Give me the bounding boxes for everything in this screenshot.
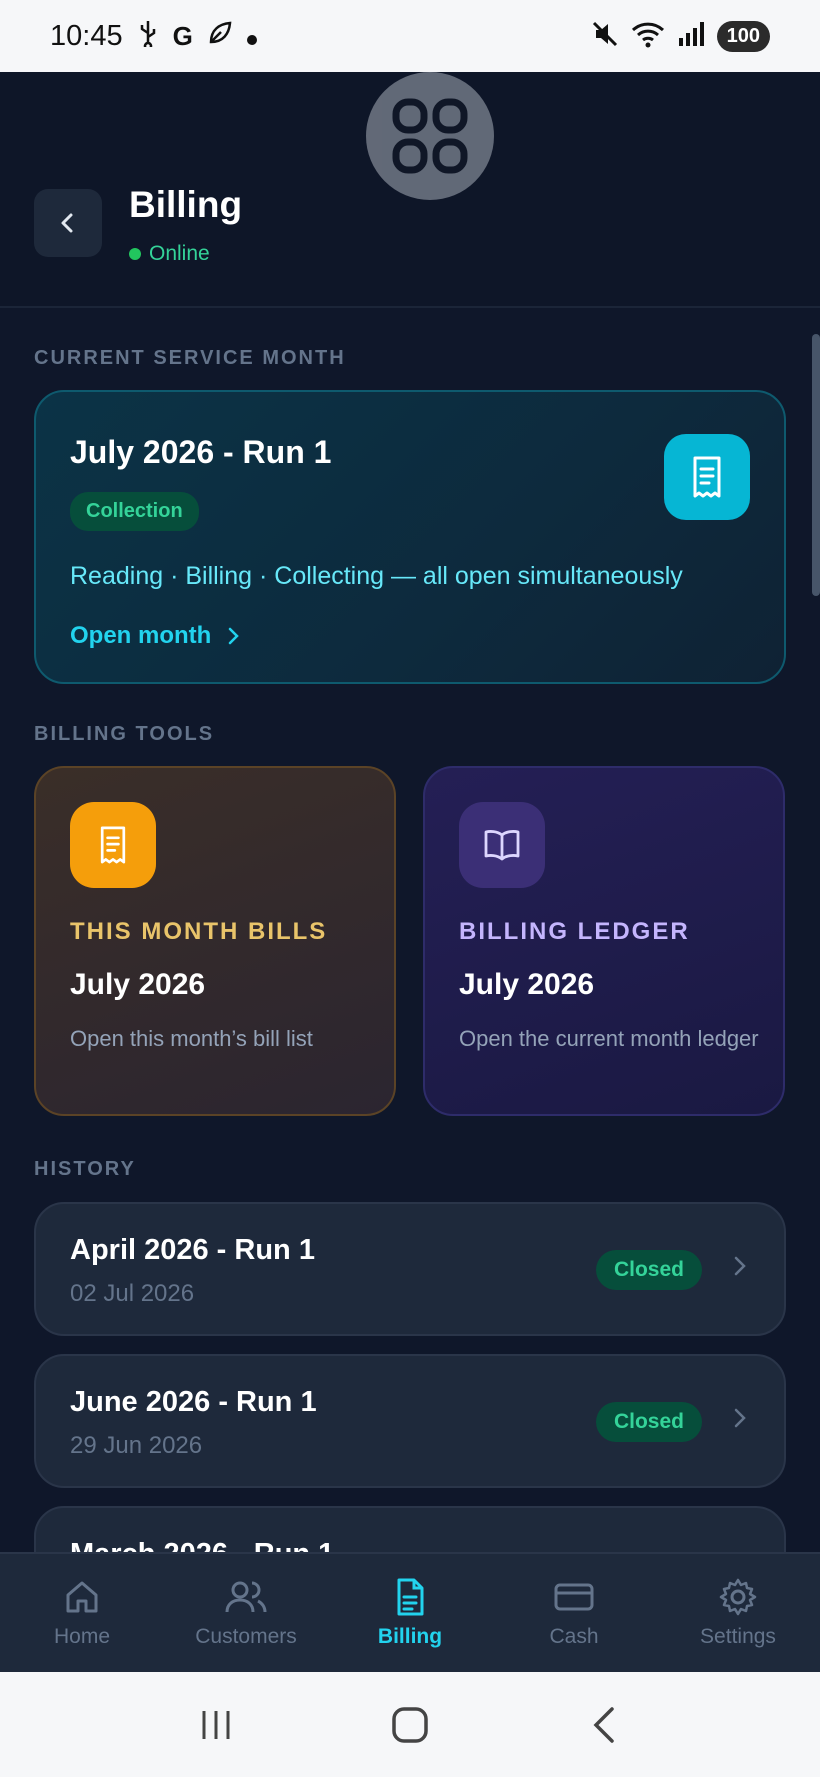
bills-description: Open this month’s bill list: [70, 1026, 313, 1051]
chevron-left-icon: [61, 213, 73, 233]
grid-icon: [392, 98, 468, 174]
battery-indicator: 100: [716, 20, 770, 52]
wifi-icon: [631, 20, 665, 53]
signal-icon: [677, 20, 705, 53]
ledger-tile: [459, 802, 545, 888]
current-section-label: CURRENT SERVICE MONTH: [34, 347, 346, 369]
nav-cash-label: Cash: [549, 1625, 599, 1648]
home-icon: [66, 1581, 98, 1613]
mute-icon: [591, 20, 619, 53]
leaf-icon: [207, 20, 233, 53]
chevron-right-icon: [229, 627, 240, 645]
bottom-nav: Home Customers Billing Cash Settings: [0, 1552, 820, 1672]
this-month-bills-card[interactable]: THIS MONTH BILLS July 2026 Open this mon…: [34, 766, 396, 1116]
chevron-right-icon: [734, 1408, 746, 1428]
users-icon: [225, 1581, 267, 1613]
tools-section-label: BILLING TOOLS: [34, 723, 215, 745]
document-icon: [397, 1578, 424, 1616]
ledger-month: July 2026: [459, 968, 595, 1001]
header: Billing Online: [0, 72, 820, 308]
google-icon: G: [172, 20, 193, 51]
receipt-icon: [693, 456, 721, 498]
home-button-icon[interactable]: [390, 1705, 430, 1745]
page-title: Billing: [129, 184, 243, 225]
receipt-tile: [664, 434, 750, 520]
status-time: 10:45: [50, 19, 123, 52]
chevron-right-icon: [734, 1256, 746, 1276]
status-right: 100: [591, 20, 770, 53]
open-month-link[interactable]: Open month: [70, 622, 241, 650]
back-button[interactable]: [34, 189, 102, 257]
status-bar: 10:45 G 100: [0, 0, 820, 72]
connection-status: Online: [129, 242, 210, 266]
nav-settings-label: Settings: [700, 1625, 776, 1648]
history-item-title: June 2026 - Run 1: [70, 1386, 317, 1418]
nav-billing[interactable]: Billing: [328, 1554, 492, 1672]
connection-status-label: Online: [149, 242, 210, 265]
current-month-description: Reading · Billing · Collecting — all ope…: [70, 562, 683, 590]
open-month-label: Open month: [70, 622, 212, 649]
nav-cash[interactable]: Cash: [492, 1554, 656, 1672]
history-item[interactable]: April 2026 - Run 1 02 Jul 2026 Closed: [34, 1202, 786, 1336]
bills-kicker: THIS MONTH BILLS: [70, 918, 328, 945]
bills-month: July 2026: [70, 968, 206, 1001]
nav-home-label: Home: [53, 1625, 111, 1648]
status-badge: Closed: [595, 1250, 702, 1290]
ledger-kicker: BILLING LEDGER: [459, 918, 690, 945]
scrollbar[interactable]: [812, 334, 820, 596]
recent-apps-icon[interactable]: [198, 1707, 234, 1743]
nav-settings[interactable]: Settings: [656, 1554, 820, 1672]
nav-customers[interactable]: Customers: [164, 1554, 328, 1672]
system-nav-bar: [0, 1672, 820, 1777]
history-section-label: HISTORY: [34, 1158, 136, 1180]
back-nav-icon[interactable]: [586, 1705, 622, 1745]
bills-tile: [70, 802, 156, 888]
history-item-date: 29 Jun 2026: [70, 1432, 203, 1459]
ledger-description: Open the current month ledger: [459, 1026, 759, 1051]
nav-home[interactable]: Home: [0, 1554, 164, 1672]
app-screen: Billing Online CURRENT SERVICE MONTH Jul…: [0, 72, 820, 1672]
history-item-date: 02 Jul 2026: [70, 1280, 195, 1307]
book-open-icon: [484, 830, 520, 861]
card-icon: [554, 1583, 594, 1611]
nav-billing-label: Billing: [377, 1625, 443, 1648]
status-left: 10:45 G: [50, 19, 257, 54]
current-month-title: July 2026 - Run 1: [70, 434, 332, 470]
gear-icon: [719, 1578, 757, 1616]
history-item-title: April 2026 - Run 1: [70, 1234, 315, 1266]
dot-icon: [246, 20, 257, 53]
usb-icon: [137, 19, 159, 54]
history-item[interactable]: June 2026 - Run 1 29 Jun 2026 Closed: [34, 1354, 786, 1488]
online-dot-icon: [129, 248, 141, 260]
nav-customers-label: Customers: [195, 1625, 297, 1648]
status-badge: Closed: [595, 1402, 702, 1442]
current-month-card[interactable]: July 2026 - Run 1 Collection Reading · B…: [34, 390, 786, 684]
floating-apps-button[interactable]: [366, 72, 494, 200]
billing-ledger-card[interactable]: BILLING LEDGER July 2026 Open the curren…: [423, 766, 785, 1116]
receipt-icon: [100, 826, 126, 864]
status-badge: Collection: [70, 492, 199, 531]
